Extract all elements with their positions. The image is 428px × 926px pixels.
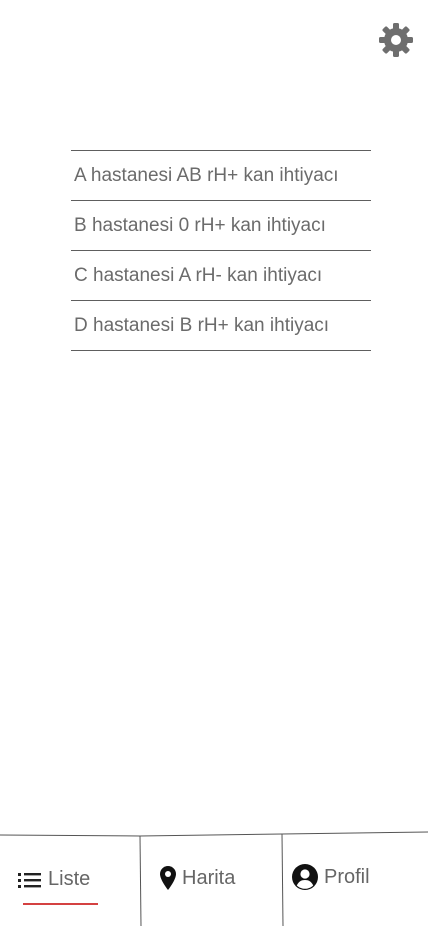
list-icon	[18, 872, 41, 888]
nav-label-liste: Liste	[48, 868, 91, 890]
nav-tab-profil[interactable]: Profil	[292, 864, 370, 890]
nav-dividers	[0, 831, 428, 926]
nav-tab-harita[interactable]: Harita	[160, 866, 235, 890]
blood-request-list: A hastanesi AB rH+ kan ihtiyacı B hastan…	[71, 150, 371, 351]
list-item[interactable]: D hastanesi B rH+ kan ihtiyacı	[71, 301, 371, 351]
list-item[interactable]: B hastanesi 0 rH+ kan ihtiyacı	[71, 201, 371, 251]
map-pin-icon	[160, 866, 176, 890]
active-tab-indicator	[23, 903, 98, 905]
gear-icon	[379, 23, 413, 57]
app-screen: A hastanesi AB rH+ kan ihtiyacı B hastan…	[0, 0, 428, 926]
user-circle-icon	[292, 864, 318, 890]
bottom-navigation: Liste Harita Profil	[0, 0, 428, 926]
settings-button[interactable]	[378, 22, 414, 58]
list-item[interactable]: A hastanesi AB rH+ kan ihtiyacı	[71, 151, 371, 201]
nav-label-harita: Harita	[182, 866, 236, 889]
nav-tab-liste[interactable]: Liste	[18, 868, 90, 891]
nav-label-profil: Profil	[324, 865, 370, 888]
list-item[interactable]: C hastanesi A rH- kan ihtiyacı	[71, 251, 371, 301]
